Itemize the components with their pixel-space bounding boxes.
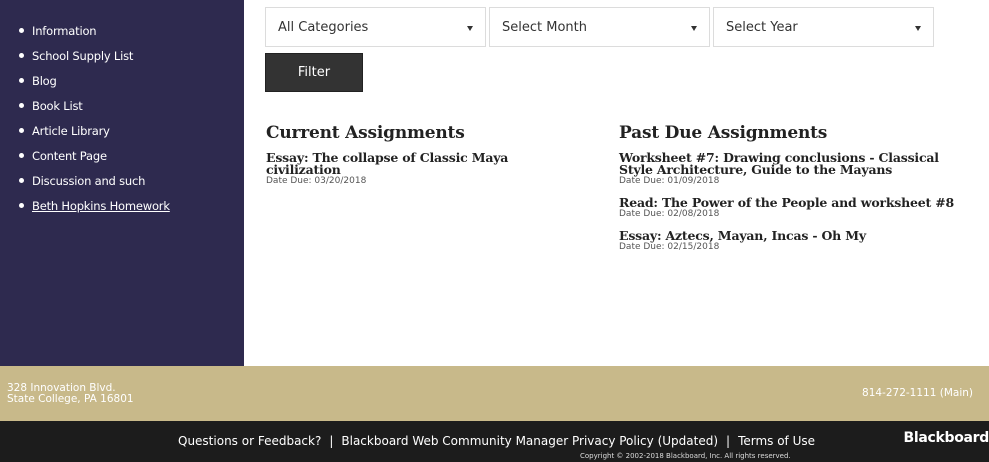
assignment-item: Read: The Power of the People and worksh… <box>619 196 959 220</box>
sidebar-item-school-supply-list[interactable]: School Supply List <box>0 47 244 72</box>
bullet-icon <box>19 203 24 208</box>
assignment-due-date: Date Due: 02/15/2018 <box>619 242 720 252</box>
month-select-value: Select Month <box>502 20 587 35</box>
bullet-icon <box>19 78 24 83</box>
blackboard-logo[interactable]: Blackboard <box>903 430 989 446</box>
sidebar-item-label: Article Library <box>32 124 110 138</box>
terms-of-use-link[interactable]: Terms of Use <box>738 434 815 448</box>
sidebar-item-label: Blog <box>32 74 57 88</box>
sidebar-item-article-library[interactable]: Article Library <box>0 122 244 147</box>
bullet-icon <box>19 153 24 158</box>
sidebar-item-label: School Supply List <box>32 49 134 63</box>
separator: | <box>329 434 334 448</box>
assignment-item: Essay: The collapse of Classic Maya civi… <box>266 151 586 187</box>
school-address: 328 Innovation Blvd. State College, PA 1… <box>7 383 134 405</box>
sidebar-item-label: Discussion and such <box>32 174 146 188</box>
sidebar-item-label: Information <box>32 24 97 38</box>
caret-down-icon <box>915 26 921 31</box>
assignment-item: Worksheet #7: Drawing conclusions - Clas… <box>619 151 959 187</box>
filter-button[interactable]: Filter <box>265 53 363 92</box>
assignment-title[interactable]: Essay: The collapse of Classic Maya civi… <box>266 151 586 176</box>
month-select[interactable]: Select Month <box>489 7 710 47</box>
sidebar-item-information[interactable]: Information <box>0 22 244 47</box>
feedback-link[interactable]: Questions or Feedback? <box>178 434 321 448</box>
site-info-footer: 328 Innovation Blvd. State College, PA 1… <box>0 366 989 421</box>
legal-footer: Questions or Feedback? | Blackboard Web Co… <box>0 421 989 462</box>
phone-number[interactable]: 814-272-1111 (Main) <box>862 387 973 399</box>
assignment-due-date: Date Due: 03/20/2018 <box>266 176 367 186</box>
past-due-assignments: Past Due Assignments Worksheet #7: Drawi… <box>619 123 959 263</box>
assignment-item: Essay: Aztecs, Mayan, Incas - Oh My Date… <box>619 229 959 253</box>
sidebar-item-label: Content Page <box>32 149 107 163</box>
caret-down-icon <box>691 26 697 31</box>
bullet-icon <box>19 53 24 58</box>
current-assignments: Current Assignments Essay: The collapse … <box>266 123 586 197</box>
sidebar-nav: Information School Supply List Blog Book… <box>0 0 244 366</box>
bullet-icon <box>19 128 24 133</box>
sidebar-item-beth-hopkins-homework[interactable]: Beth Hopkins Homework <box>0 197 244 222</box>
category-select-value: All Categories <box>278 20 369 35</box>
assignment-due-date: Date Due: 02/08/2018 <box>619 209 720 219</box>
bullet-icon <box>19 103 24 108</box>
year-select[interactable]: Select Year <box>713 7 934 47</box>
privacy-policy-link[interactable]: Blackboard Web Community Manager Privacy… <box>341 434 718 448</box>
copyright-text: Copyright © 2002-2018 Blackboard, Inc. A… <box>580 452 791 460</box>
assignment-title[interactable]: Read: The Power of the People and worksh… <box>619 196 959 209</box>
assignment-title[interactable]: Worksheet #7: Drawing conclusions - Clas… <box>619 151 959 176</box>
sidebar-item-content-page[interactable]: Content Page <box>0 147 244 172</box>
bullet-icon <box>19 178 24 183</box>
assignment-title[interactable]: Essay: Aztecs, Mayan, Incas - Oh My <box>619 229 959 242</box>
sidebar-item-label: Beth Hopkins Homework <box>32 199 170 213</box>
sidebar-list: Information School Supply List Blog Book… <box>0 22 244 222</box>
address-line-2: State College, PA 16801 <box>7 393 134 405</box>
caret-down-icon <box>467 26 473 31</box>
sidebar-item-blog[interactable]: Blog <box>0 72 244 97</box>
bullet-icon <box>19 28 24 33</box>
category-select[interactable]: All Categories <box>265 7 486 47</box>
sidebar-item-label: Book List <box>32 99 83 113</box>
separator: | <box>726 434 731 448</box>
assignment-due-date: Date Due: 01/09/2018 <box>619 176 720 186</box>
sidebar-item-discussion[interactable]: Discussion and such <box>0 172 244 197</box>
current-assignments-heading: Current Assignments <box>266 123 465 143</box>
sidebar-item-book-list[interactable]: Book List <box>0 97 244 122</box>
main-content: All Categories Select Month Select Year … <box>244 0 989 366</box>
footer-links: Questions or Feedback? | Blackboard Web Co… <box>178 434 815 448</box>
past-due-assignments-heading: Past Due Assignments <box>619 123 828 143</box>
year-select-value: Select Year <box>726 20 798 35</box>
